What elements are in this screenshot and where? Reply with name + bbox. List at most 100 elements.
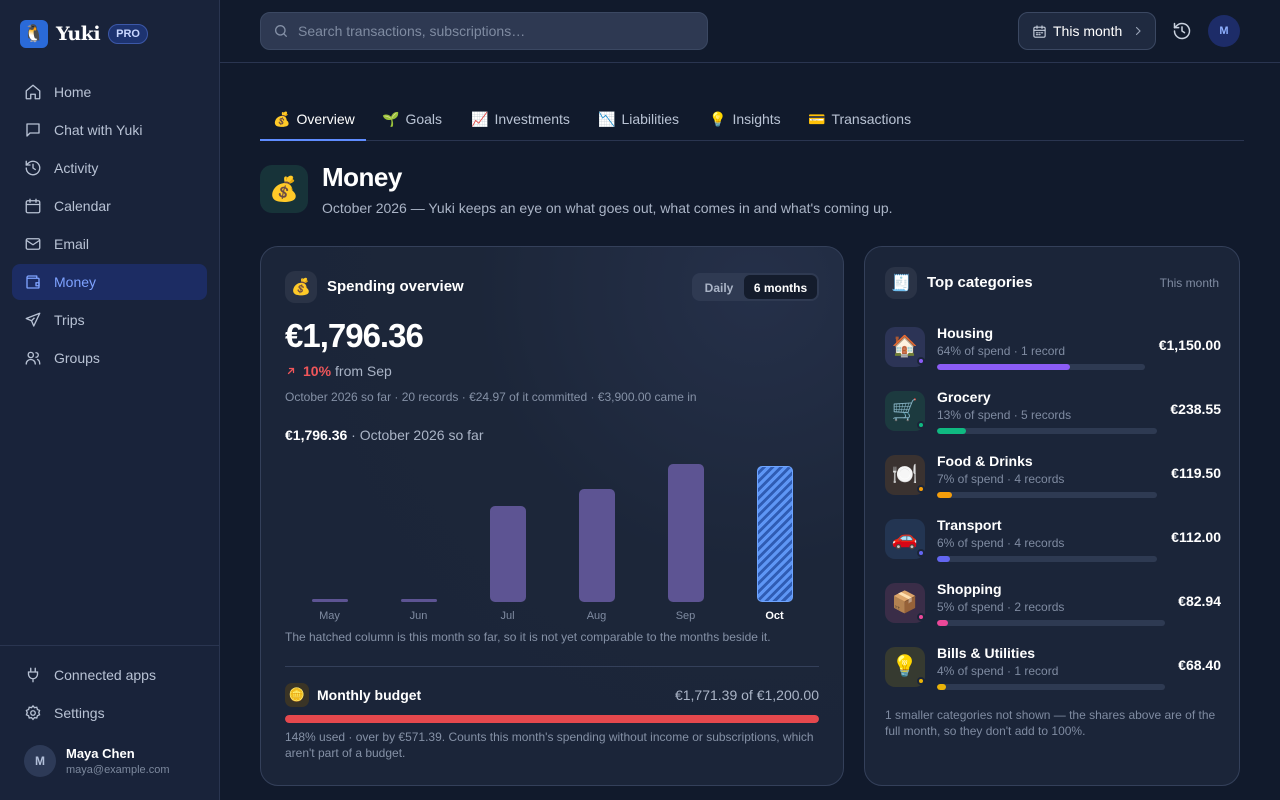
category-color-dot bbox=[917, 485, 925, 493]
sidebar-item-label: Email bbox=[54, 236, 90, 252]
users-icon bbox=[25, 351, 41, 365]
budget-value: €1,771.39 of €1,200.00 bbox=[674, 687, 819, 703]
toggle-daily[interactable]: Daily bbox=[694, 275, 744, 299]
sidebar-item-settings[interactable]: Settings bbox=[12, 695, 207, 731]
coin-icon: 🪙 bbox=[285, 683, 309, 707]
chart-bar-jul[interactable] bbox=[489, 505, 526, 602]
category-progress-fill bbox=[937, 684, 947, 690]
chart-caption-label: · October 2026 so far bbox=[347, 427, 484, 443]
period-label: This month bbox=[1053, 23, 1123, 39]
category-progress bbox=[937, 620, 1165, 626]
sidebar-item-label: Activity bbox=[54, 160, 99, 176]
sidebar-item-activity[interactable]: Activity bbox=[12, 150, 207, 186]
category-name: Housing bbox=[937, 325, 993, 341]
sidebar-item-label: Chat with Yuki bbox=[54, 122, 143, 138]
chart-bar-oct[interactable] bbox=[756, 466, 793, 602]
range-toggle: Daily 6 months bbox=[692, 273, 819, 301]
category-color-dot bbox=[917, 677, 925, 685]
toggle-6-months[interactable]: 6 months bbox=[744, 275, 817, 299]
tab-label: Investments bbox=[494, 111, 570, 127]
chart-bar-may[interactable] bbox=[311, 599, 348, 602]
spending-overview-card: 💰 Spending overview Daily 6 months €1,79… bbox=[260, 246, 844, 786]
category-progress-fill bbox=[937, 556, 951, 562]
category-color-dot bbox=[917, 357, 925, 365]
category-color-dot bbox=[917, 421, 925, 429]
receipt-icon: 🧾 bbox=[885, 267, 917, 299]
category-name: Bills & Utilities bbox=[937, 645, 1036, 661]
chart-note: The hatched column is this month so far,… bbox=[285, 630, 771, 644]
x-tick-label: Jul bbox=[500, 610, 515, 622]
app-name: Yuki bbox=[56, 23, 101, 45]
x-tick-label: Oct bbox=[765, 610, 784, 622]
user-email: maya@example.com bbox=[66, 764, 170, 776]
top-categories-card: 🧾 Top categories This month 🏠 Housing 64% … bbox=[864, 246, 1240, 786]
category-row[interactable]: 🚗 Transport 6% of spend · 4 records €112.00 bbox=[885, 517, 1221, 562]
tab-overview[interactable]: 💰 Overview bbox=[260, 99, 366, 141]
chart-bar-jun[interactable] bbox=[400, 599, 437, 602]
category-amount: €119.50 bbox=[1171, 465, 1221, 481]
tab-icon: 💰 bbox=[273, 111, 291, 127]
chart-bar-sep[interactable] bbox=[667, 464, 704, 602]
chart-caption: €1,796.36 · October 2026 so far bbox=[285, 427, 483, 443]
search-box[interactable] bbox=[260, 12, 708, 50]
category-amount: €1,150.00 bbox=[1158, 337, 1221, 353]
category-amount: €112.00 bbox=[1171, 529, 1221, 545]
tab-liabilities[interactable]: 📉 Liabilities bbox=[598, 99, 679, 141]
tab-transactions[interactable]: 💳 Transactions bbox=[808, 99, 911, 141]
period-selector[interactable]: This month bbox=[1018, 12, 1156, 50]
chart-caption-amount: €1,796.36 bbox=[285, 427, 348, 443]
category-progress bbox=[937, 428, 1157, 434]
tab-insights[interactable]: 💡 Insights bbox=[709, 99, 781, 141]
category-row[interactable]: 🛒 Grocery 13% of spend · 5 records €238.55 bbox=[885, 389, 1221, 434]
tab-label: Transactions bbox=[831, 111, 912, 127]
chat-icon bbox=[26, 123, 40, 137]
sidebar-item-groups[interactable]: Groups bbox=[12, 340, 207, 376]
category-row[interactable]: 🍽️ Food & Drinks 7% of spend · 4 records €1… bbox=[885, 453, 1221, 498]
category-color-dot bbox=[917, 613, 925, 621]
tab-icon: 📈 bbox=[471, 111, 489, 127]
money-bag-icon: 💰 bbox=[260, 165, 308, 213]
total-spending: €1,796.36 bbox=[285, 317, 424, 354]
category-name: Food & Drinks bbox=[937, 453, 1033, 469]
category-progress-fill bbox=[937, 428, 966, 434]
category-progress-fill bbox=[937, 364, 1071, 370]
search-input[interactable] bbox=[298, 23, 678, 39]
budget-progress bbox=[285, 715, 819, 723]
category-row[interactable]: 🏠 Housing 64% of spend · 1 record €1,150.00 bbox=[885, 325, 1221, 370]
wallet-icon bbox=[26, 275, 40, 289]
history-icon bbox=[25, 160, 41, 176]
tab-label: Goals bbox=[405, 111, 443, 127]
page-title: Money bbox=[322, 162, 402, 192]
account-avatar[interactable]: M bbox=[1208, 15, 1240, 47]
category-progress bbox=[937, 556, 1157, 562]
category-share: 7% of spend · 4 records bbox=[937, 472, 1065, 486]
chart-bar-aug[interactable] bbox=[578, 488, 615, 602]
calendar-icon bbox=[25, 198, 41, 214]
money-tabs: 💰 Overview 🌱 Goals 📈 Investments 📉 Liabiliti… bbox=[260, 99, 1244, 141]
sidebar-item-label: Connected apps bbox=[54, 667, 156, 683]
sidebar-item-home[interactable]: Home bbox=[12, 74, 207, 110]
x-tick-label: Aug bbox=[586, 610, 607, 622]
sidebar-item-chat[interactable]: Chat with Yuki bbox=[12, 112, 207, 148]
sidebar-item-money[interactable]: Money bbox=[12, 264, 207, 300]
sidebar-bottom-nav: Connected apps Settings bbox=[12, 657, 207, 733]
budget-title: Monthly budget bbox=[317, 687, 422, 703]
category-share: 6% of spend · 4 records bbox=[937, 536, 1065, 550]
brand[interactable]: 🐧 Yuki PRO bbox=[20, 20, 148, 48]
category-progress bbox=[937, 684, 1165, 690]
sidebar-item-connected-apps[interactable]: Connected apps bbox=[12, 657, 207, 693]
tab-investments[interactable]: 📈 Investments bbox=[471, 99, 570, 141]
sidebar-item-trips[interactable]: Trips bbox=[12, 302, 207, 338]
sidebar-item-calendar[interactable]: Calendar bbox=[12, 188, 207, 224]
spending-delta: 10% from Sep bbox=[285, 363, 392, 379]
sidebar-item-label: Home bbox=[54, 84, 92, 100]
tab-goals[interactable]: 🌱 Goals bbox=[382, 99, 442, 141]
sidebar: 🐧 Yuki PRO Home Chat with Yuki Activity … bbox=[0, 0, 220, 800]
history-icon[interactable] bbox=[1172, 21, 1192, 41]
avatar: M bbox=[24, 745, 56, 777]
delta-percent: 10% bbox=[303, 363, 332, 379]
user-profile[interactable]: M Maya Chen maya@example.com bbox=[24, 745, 169, 777]
category-row[interactable]: 💡 Bills & Utilities 4% of spend · 1 record… bbox=[885, 645, 1221, 690]
category-row[interactable]: 📦 Shopping 5% of spend · 2 records €82.94 bbox=[885, 581, 1221, 626]
sidebar-item-email[interactable]: Email bbox=[12, 226, 207, 262]
